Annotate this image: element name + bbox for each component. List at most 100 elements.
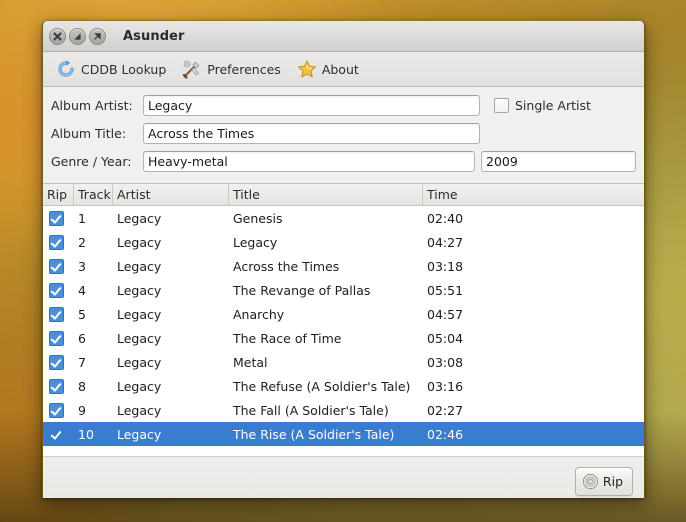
track-number-cell: 7 xyxy=(78,354,86,370)
toolbar: CDDB Lookup Preferences About xyxy=(43,52,644,87)
rip-checkbox-cell[interactable] xyxy=(43,427,74,442)
artist-cell: Legacy xyxy=(117,210,162,226)
rip-checkbox-cell[interactable] xyxy=(43,354,74,370)
table-row[interactable]: 9 Legacy The Fall (A Soldier's Tale) 02:27 xyxy=(43,398,644,422)
genre-input[interactable] xyxy=(143,151,475,172)
time-cell: 02:46 xyxy=(427,426,464,442)
single-artist-label: Single Artist xyxy=(515,98,591,113)
window-title: Asunder xyxy=(123,28,185,44)
track-number-cell: 2 xyxy=(78,234,86,250)
album-artist-label: Album Artist: xyxy=(51,98,133,113)
toolbar-item-label: Preferences xyxy=(207,61,281,77)
rip-checkbox[interactable] xyxy=(49,354,64,370)
rip-checkbox[interactable] xyxy=(49,330,64,346)
rip-checkbox[interactable] xyxy=(49,210,64,226)
title-cell: The Refuse (A Soldier's Tale) xyxy=(233,378,411,394)
artist-cell: Legacy xyxy=(117,330,162,346)
table-row[interactable]: 5 Legacy Anarchy 04:57 xyxy=(43,302,644,326)
toolbar-item-about[interactable]: About xyxy=(290,56,366,82)
artist-cell: Legacy xyxy=(117,282,162,298)
title-cell: Anarchy xyxy=(233,306,285,322)
close-button[interactable] xyxy=(49,27,66,45)
single-artist-checkbox-box[interactable] xyxy=(494,98,509,113)
rip-checkbox[interactable] xyxy=(49,427,64,442)
title-cell: Genesis xyxy=(233,210,283,226)
genre-year-row: Genre / Year: xyxy=(51,150,636,173)
minimize-icon xyxy=(74,32,81,40)
artist-cell: Legacy xyxy=(117,306,162,322)
rip-button-label: Rip xyxy=(602,473,623,489)
rip-checkbox[interactable] xyxy=(49,378,64,394)
disc-icon xyxy=(582,473,598,489)
artist-cell: Legacy xyxy=(117,402,162,418)
table-row[interactable]: 10 Legacy The Rise (A Soldier's Tale) 02:46 xyxy=(43,422,644,446)
artist-cell: Legacy xyxy=(117,258,162,274)
track-number-cell: 8 xyxy=(78,378,86,394)
table-row[interactable]: 4 Legacy The Revange of Pallas 05:51 xyxy=(43,278,644,302)
track-list-body: 1 Legacy Genesis 02:40 2 Legacy Legacy 04:27 3 Le… xyxy=(43,206,644,446)
title-cell: The Rise (A Soldier's Tale) xyxy=(233,426,395,442)
column-header-artist[interactable]: Artist xyxy=(113,184,229,205)
rip-checkbox-cell[interactable] xyxy=(43,282,74,298)
rip-checkbox-cell[interactable] xyxy=(43,210,74,226)
table-row[interactable]: 3 Legacy Across the Times 03:18 xyxy=(43,254,644,278)
rip-checkbox-cell[interactable] xyxy=(43,330,74,346)
table-row[interactable]: 2 Legacy Legacy 04:27 xyxy=(43,230,644,254)
rip-checkbox-cell[interactable] xyxy=(43,378,74,394)
toolbar-item-cddb-lookup[interactable]: CDDB Lookup xyxy=(49,56,173,82)
column-header-time[interactable]: Time xyxy=(423,184,642,205)
title-cell: The Fall (A Soldier's Tale) xyxy=(233,402,389,418)
rip-checkbox[interactable] xyxy=(49,234,64,250)
rip-button[interactable]: Rip xyxy=(574,466,633,496)
maximize-icon xyxy=(94,32,101,40)
track-number-cell: 10 xyxy=(78,426,94,442)
tools-icon xyxy=(183,60,200,79)
refresh-icon xyxy=(58,60,74,77)
time-cell: 04:27 xyxy=(427,234,464,250)
year-input[interactable] xyxy=(481,151,636,172)
toolbar-item-preferences[interactable]: Preferences xyxy=(175,56,288,82)
album-title-input[interactable] xyxy=(143,123,480,144)
track-list-header: Rip Track Artist Title Time xyxy=(43,184,644,206)
minimize-button[interactable] xyxy=(69,27,86,45)
rip-checkbox[interactable] xyxy=(49,306,64,322)
rip-checkbox-cell[interactable] xyxy=(43,258,74,274)
artist-cell: Legacy xyxy=(117,234,162,250)
maximize-button[interactable] xyxy=(89,27,106,45)
rip-checkbox[interactable] xyxy=(49,402,64,418)
time-cell: 05:51 xyxy=(427,282,464,298)
title-bar: Asunder xyxy=(43,20,644,52)
toolbar-item-label: CDDB Lookup xyxy=(81,61,167,77)
rip-checkbox-cell[interactable] xyxy=(43,306,74,322)
artist-cell: Legacy xyxy=(117,378,162,394)
asunder-window: Asunder CDDB Lookup Preferences About Al… xyxy=(42,20,645,498)
table-row[interactable]: 1 Legacy Genesis 02:40 xyxy=(43,206,644,230)
bottom-bar: Rip xyxy=(43,456,644,498)
toolbar-item-label: About xyxy=(321,61,359,77)
genre-year-label: Genre / Year: xyxy=(51,154,132,169)
column-header-rip[interactable]: Rip xyxy=(43,184,74,205)
rip-checkbox[interactable] xyxy=(49,258,64,274)
album-artist-input[interactable] xyxy=(143,95,480,116)
table-row[interactable]: 7 Legacy Metal 03:08 xyxy=(43,350,644,374)
table-row[interactable]: 6 Legacy The Race of Time 05:04 xyxy=(43,326,644,350)
time-cell: 05:04 xyxy=(427,330,464,346)
album-artist-row: Album Artist: Single Artist xyxy=(51,94,636,117)
rip-checkbox[interactable] xyxy=(49,282,64,298)
title-cell: Across the Times xyxy=(233,258,340,274)
single-artist-checkbox[interactable]: Single Artist xyxy=(494,98,591,113)
column-header-title[interactable]: Title xyxy=(229,184,423,205)
rip-checkbox-cell[interactable] xyxy=(43,234,74,250)
star-icon xyxy=(297,59,317,78)
table-row[interactable]: 8 Legacy The Refuse (A Soldier's Tale) 03:1… xyxy=(43,374,644,398)
album-title-row: Album Title: xyxy=(51,122,636,145)
album-metadata-form: Album Artist: Single Artist Album Title:… xyxy=(43,87,644,183)
track-list: Rip Track Artist Title Time 1 Legacy Genes… xyxy=(43,183,644,456)
rip-checkbox-cell[interactable] xyxy=(43,402,74,418)
title-cell: Legacy xyxy=(233,234,278,250)
time-cell: 04:57 xyxy=(427,306,464,322)
title-cell: The Race of Time xyxy=(233,330,342,346)
time-cell: 03:16 xyxy=(427,378,464,394)
close-icon xyxy=(53,31,62,41)
column-header-track[interactable]: Track xyxy=(74,184,113,205)
